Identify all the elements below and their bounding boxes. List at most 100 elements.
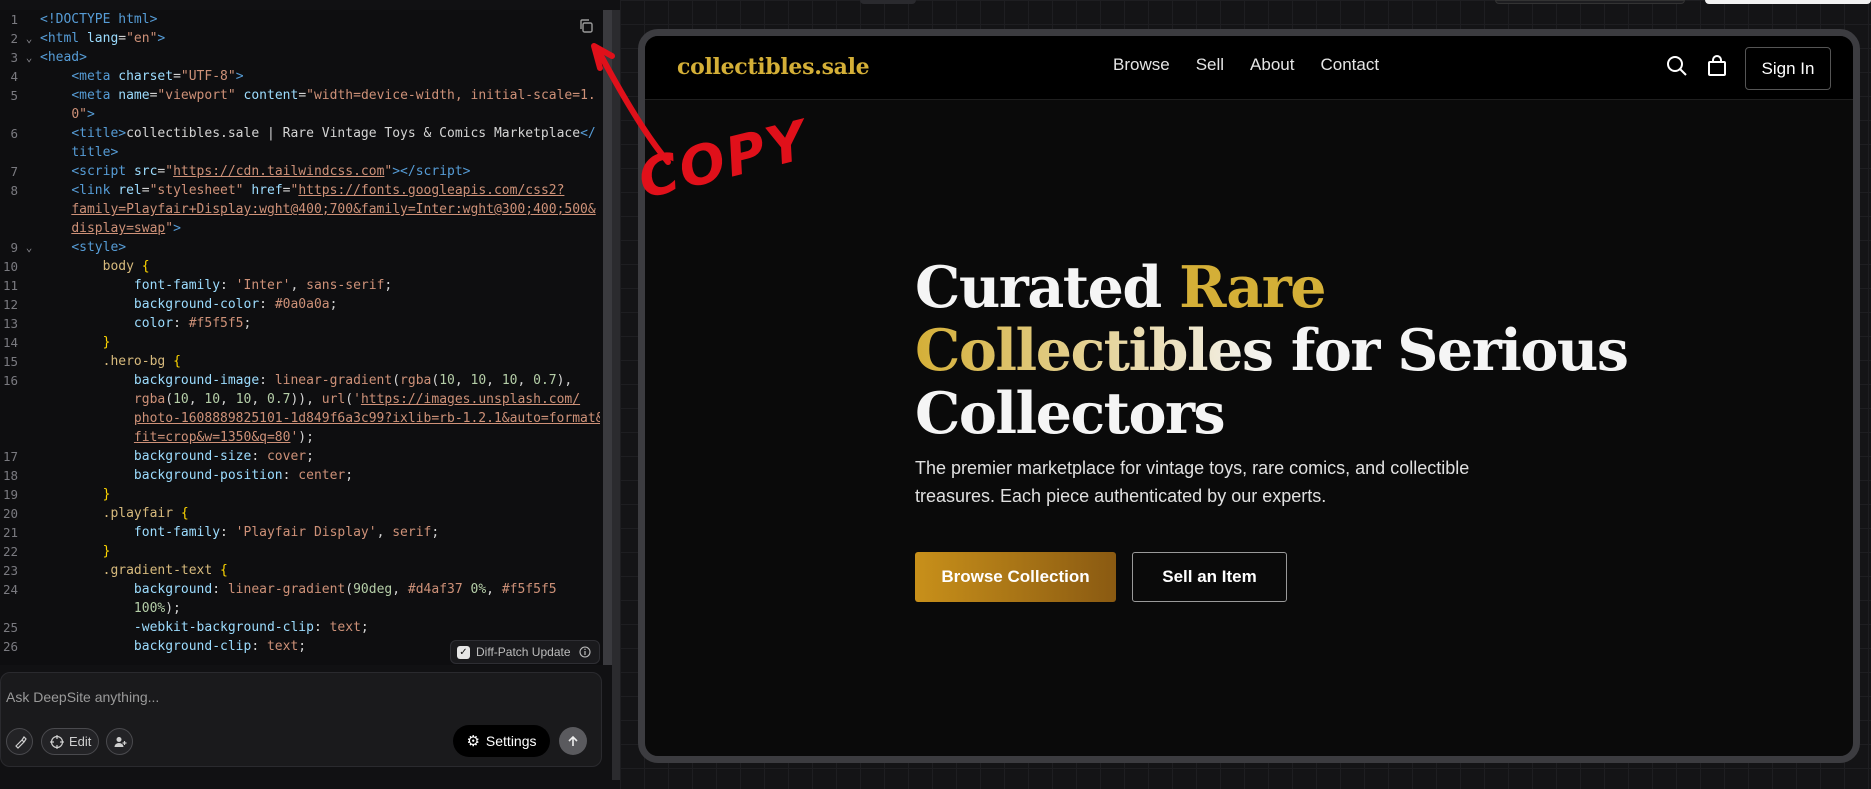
code-text: <meta name="viewport" content="width=dev…: [71, 88, 596, 103]
brush-icon[interactable]: [6, 728, 33, 755]
fold-chevron-icon[interactable]: ⌄: [18, 29, 40, 48]
toolbar-fragment: [860, 0, 916, 4]
code-line[interactable]: 100%);: [0, 599, 600, 618]
code-line[interactable]: fit=crop&w=1350&q=80');: [0, 428, 600, 447]
line-number: 22: [2, 544, 18, 559]
line-number: [0, 390, 18, 409]
fold-gutter: [18, 333, 40, 352]
code-line[interactable]: 17 background-size: cover;: [0, 447, 600, 466]
code-line[interactable]: display=swap">: [0, 219, 600, 238]
send-button[interactable]: [559, 727, 587, 755]
line-number: [0, 143, 18, 162]
arrow-up-icon: [568, 735, 578, 746]
code-line[interactable]: 25 -webkit-background-clip: text;: [0, 618, 600, 637]
line-number: 19: [2, 487, 18, 502]
nav-link-about[interactable]: About: [1250, 55, 1294, 75]
code-line[interactable]: rgba(10, 10, 10, 0.7)), url('https://ima…: [0, 390, 600, 409]
code-line[interactable]: photo-1608889825101-1d849f6a3c99?ixlib=r…: [0, 409, 600, 428]
line-number: 6: [10, 126, 18, 141]
code-line[interactable]: 24 background: linear-gradient(90deg, #d…: [0, 580, 600, 599]
code-line[interactable]: 0">: [0, 105, 600, 124]
code-line[interactable]: 21 font-family: 'Playfair Display', seri…: [0, 523, 600, 542]
site-logo[interactable]: collectibles.sale: [677, 54, 870, 80]
checkbox-checked-icon[interactable]: ✓: [457, 645, 470, 659]
add-user-icon[interactable]: [106, 728, 133, 755]
chat-input[interactable]: [6, 689, 566, 705]
fold-gutter: [18, 124, 40, 143]
code-line[interactable]: 13 color: #f5f5f5;: [0, 314, 600, 333]
code-line[interactable]: 3 ⌄ <head>: [0, 48, 600, 67]
code-text: 100%);: [133, 601, 181, 616]
nav-link-sell[interactable]: Sell: [1196, 55, 1224, 75]
fold-gutter: [18, 504, 40, 523]
code-line[interactable]: 22 }: [0, 542, 600, 561]
browse-collection-button[interactable]: Browse Collection: [915, 552, 1116, 602]
shopping-bag-icon[interactable]: [1705, 54, 1729, 78]
line-number: 24: [2, 582, 18, 597]
hero-title-collectibles: Collectibles: [915, 317, 1274, 384]
code-line[interactable]: 16 background-image: linear-gradient(rgb…: [0, 371, 600, 390]
code-line[interactable]: 1 <!DOCTYPE html>: [0, 10, 600, 29]
line-number: [0, 428, 18, 447]
code-line[interactable]: 5 <meta name="viewport" content="width=d…: [0, 86, 600, 105]
code-line[interactable]: 11 font-family: 'Inter', sans-serif;: [0, 276, 600, 295]
code-text: background-image: linear-gradient(rgba(1…: [133, 373, 573, 388]
code-line[interactable]: family=Playfair+Display:wght@400;700&fam…: [0, 200, 600, 219]
line-number: 25: [2, 620, 18, 635]
line-number: [0, 599, 18, 618]
code-text: <title>collectibles.sale | Rare Vintage …: [71, 126, 596, 141]
fold-gutter: [18, 580, 40, 599]
code-line[interactable]: 9 ⌄ <style>: [0, 238, 600, 257]
preview-frame: collectibles.sale Browse Sell About Cont…: [638, 29, 1860, 763]
code-line[interactable]: 2 ⌄ <html lang="en">: [0, 29, 600, 48]
code-text: <script src="https://cdn.tailwindcss.com…: [71, 164, 471, 179]
code-line[interactable]: 18 background-position: center;: [0, 466, 600, 485]
code-text: background-position: center;: [133, 468, 354, 483]
fold-chevron-icon[interactable]: ⌄: [18, 238, 40, 257]
code-line[interactable]: title>: [0, 143, 600, 162]
settings-button[interactable]: ⚙ Settings: [453, 725, 550, 757]
code-line[interactable]: 12 background-color: #0a0a0a;: [0, 295, 600, 314]
info-icon: [578, 646, 591, 658]
sell-item-button[interactable]: Sell an Item: [1132, 552, 1287, 602]
nav-link-browse[interactable]: Browse: [1113, 55, 1170, 75]
code-line[interactable]: 10 body {: [0, 257, 600, 276]
code-text: title>: [71, 145, 119, 160]
code-line[interactable]: 23 .gradient-text {: [0, 561, 600, 580]
line-number: 2: [10, 31, 18, 46]
line-number: [0, 200, 18, 219]
diff-patch-toggle[interactable]: ✓ Diff-Patch Update: [450, 640, 600, 664]
panel-resize-handle[interactable]: [612, 10, 620, 780]
code-editor-panel[interactable]: 1 <!DOCTYPE html> 2 ⌄ <html lang="en"> 3 ⌄ <hea…: [0, 10, 612, 665]
line-number: 3: [10, 50, 18, 65]
toolbar-fragment: [1705, 0, 1871, 4]
diff-patch-label: Diff-Patch Update: [476, 645, 571, 659]
code-line[interactable]: 20 .playfair {: [0, 504, 600, 523]
code-editor[interactable]: 1 <!DOCTYPE html> 2 ⌄ <html lang="en"> 3 ⌄ <hea…: [0, 10, 600, 665]
line-number: 10: [2, 259, 18, 274]
code-text: }: [102, 487, 111, 502]
edit-button[interactable]: Edit: [41, 728, 99, 755]
code-line[interactable]: 8 <link rel="stylesheet" href="https://f…: [0, 181, 600, 200]
code-line[interactable]: 19 }: [0, 485, 600, 504]
code-line[interactable]: 14 }: [0, 333, 600, 352]
nav-link-contact[interactable]: Contact: [1320, 55, 1379, 75]
code-text: family=Playfair+Display:wght@400;700&fam…: [71, 202, 596, 217]
search-icon[interactable]: [1665, 54, 1689, 78]
code-text: background-clip: text;: [133, 639, 307, 654]
editor-scrollbar[interactable]: [603, 10, 612, 665]
fold-chevron-icon[interactable]: ⌄: [18, 48, 40, 67]
fold-gutter: [18, 219, 40, 238]
line-number: 11: [2, 278, 18, 293]
preview-scrollbar[interactable]: [1858, 36, 1860, 756]
code-line[interactable]: 15 .hero-bg {: [0, 352, 600, 371]
line-number: 20: [2, 506, 18, 521]
code-text: <link rel="stylesheet" href="https://fon…: [71, 183, 565, 198]
code-line[interactable]: 4 <meta charset="UTF-8">: [0, 67, 600, 86]
sign-in-button[interactable]: Sign In: [1745, 47, 1831, 90]
preview-scrollbar-thumb[interactable]: [1858, 36, 1860, 216]
fold-gutter: [18, 428, 40, 447]
copy-icon[interactable]: [578, 18, 594, 34]
code-line[interactable]: 7 <script src="https://cdn.tailwindcss.c…: [0, 162, 600, 181]
code-line[interactable]: 6 <title>collectibles.sale | Rare Vintag…: [0, 124, 600, 143]
